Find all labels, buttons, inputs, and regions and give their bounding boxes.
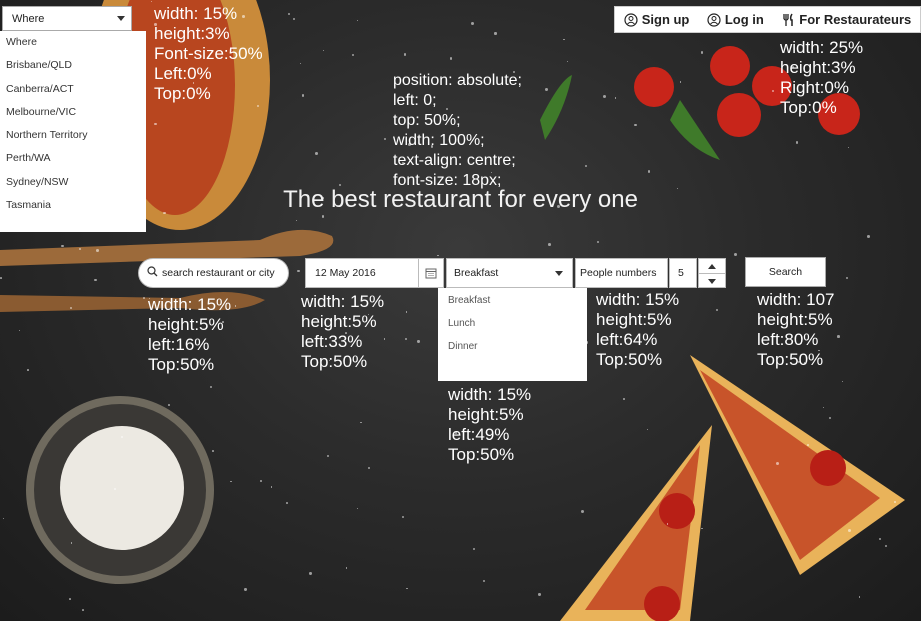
button-layout-note: width: 107 height:5% left:80% Top:50% xyxy=(757,290,835,369)
flour-speck xyxy=(81,609,84,612)
flour-speck xyxy=(61,244,64,248)
search-button[interactable]: Search xyxy=(745,257,826,287)
flour-speck xyxy=(666,523,668,525)
chevron-down-icon xyxy=(555,270,563,276)
flour-speck xyxy=(494,32,497,35)
people-count-input[interactable]: 5 xyxy=(669,258,697,288)
where-option[interactable]: Perth/WA xyxy=(0,147,146,170)
flour-speck xyxy=(538,593,541,596)
login-label: Log in xyxy=(724,12,764,27)
flour-speck xyxy=(700,51,704,54)
flour-speck xyxy=(894,500,896,503)
flour-speck xyxy=(0,277,2,279)
headline-layout-note: position: absolute; left: 0; top: 50%; w… xyxy=(393,72,522,189)
flour-speck xyxy=(345,567,347,569)
flour-speck xyxy=(234,305,237,307)
meal-selected-label: Breakfast xyxy=(454,267,499,279)
calendar-icon[interactable] xyxy=(418,259,443,287)
flour-speck xyxy=(884,544,887,547)
where-option[interactable]: Brisbane/QLD xyxy=(0,54,146,77)
decrement-button[interactable] xyxy=(699,273,725,288)
login-link[interactable]: Log in xyxy=(707,12,764,27)
flour-speck xyxy=(244,588,247,591)
user-icon xyxy=(707,12,721,27)
flour-speck xyxy=(69,598,71,601)
flour-speck xyxy=(596,240,599,243)
fork-knife-icon xyxy=(781,13,795,27)
flour-speck xyxy=(367,466,370,469)
flour-speck xyxy=(285,502,288,505)
nav-layout-note: width: 25% height:3% Right:0% Top:0% xyxy=(780,38,864,117)
people-numbers-label: People numbers xyxy=(575,258,668,288)
search-icon xyxy=(147,266,158,280)
meal-option[interactable]: Dinner xyxy=(438,335,587,358)
flour-speck xyxy=(544,88,548,92)
where-option[interactable]: Where xyxy=(0,31,146,54)
people-count-stepper xyxy=(698,258,726,288)
flour-speck xyxy=(309,572,312,575)
flour-speck xyxy=(837,335,840,338)
flour-speck xyxy=(795,141,798,144)
chevron-down-icon xyxy=(117,16,125,21)
page-headline: The best restaurant for every one xyxy=(283,186,638,213)
top-nav: Sign up Log in For Restaurateurs xyxy=(614,6,921,33)
where-option[interactable]: Canberra/ACT xyxy=(0,78,146,101)
flour-speck xyxy=(405,311,408,313)
search-input[interactable]: search restaurant or city xyxy=(138,258,289,288)
user-icon xyxy=(624,12,638,27)
chevron-up-icon xyxy=(708,263,716,269)
where-option[interactable]: Northern Territory xyxy=(0,124,146,147)
flour-speck xyxy=(647,169,651,173)
flour-speck xyxy=(470,21,474,25)
flour-speck xyxy=(26,369,29,371)
flour-speck xyxy=(848,529,851,533)
flour-speck xyxy=(472,547,475,550)
meal-select[interactable]: Breakfast xyxy=(446,258,573,288)
meal-options-list: Breakfast Lunch Dinner xyxy=(438,288,587,381)
flour-speck xyxy=(602,94,606,98)
signup-link[interactable]: Sign up xyxy=(624,12,690,27)
signup-label: Sign up xyxy=(641,12,690,27)
where-selected-label: Where xyxy=(12,12,45,25)
meal-option[interactable]: Lunch xyxy=(438,312,587,335)
flour-speck xyxy=(95,249,99,252)
where-option[interactable]: Melbourne/VIC xyxy=(0,101,146,124)
flour-speck xyxy=(401,515,404,518)
search-placeholder: search restaurant or city xyxy=(162,267,275,279)
flour-speck xyxy=(623,397,625,400)
flour-speck xyxy=(406,587,408,589)
restaurateurs-link[interactable]: For Restaurateurs xyxy=(781,12,911,27)
flour-speck xyxy=(2,517,5,519)
date-layout-note: width: 15% height:5% left:33% Top:50% xyxy=(301,292,385,371)
meal-option[interactable]: Breakfast xyxy=(438,289,587,312)
flour-speck xyxy=(417,340,420,343)
flour-speck xyxy=(120,435,123,439)
flour-speck xyxy=(847,146,849,148)
where-select[interactable]: Where xyxy=(2,6,132,31)
increment-button[interactable] xyxy=(699,259,725,273)
people-layout-note: width: 15% height:5% left:64% Top:50% xyxy=(596,290,680,369)
flour-speck xyxy=(351,53,354,56)
flour-speck xyxy=(212,450,214,453)
date-field[interactable]: 12 May 2016 xyxy=(305,258,444,288)
flour-speck xyxy=(150,0,152,2)
restaurateurs-label: For Restaurateurs xyxy=(799,12,912,27)
flour-speck xyxy=(449,57,452,60)
where-layout-note: width: 15% height:3% Font-size:50% Left:… xyxy=(154,4,263,103)
chevron-down-icon xyxy=(708,278,716,284)
date-value: 12 May 2016 xyxy=(315,267,376,279)
meal-layout-note: width: 15% height:5% left:49% Top:50% xyxy=(448,385,532,464)
search-layout-note: width: 15% height:5% left:16% Top:50% xyxy=(148,295,232,374)
